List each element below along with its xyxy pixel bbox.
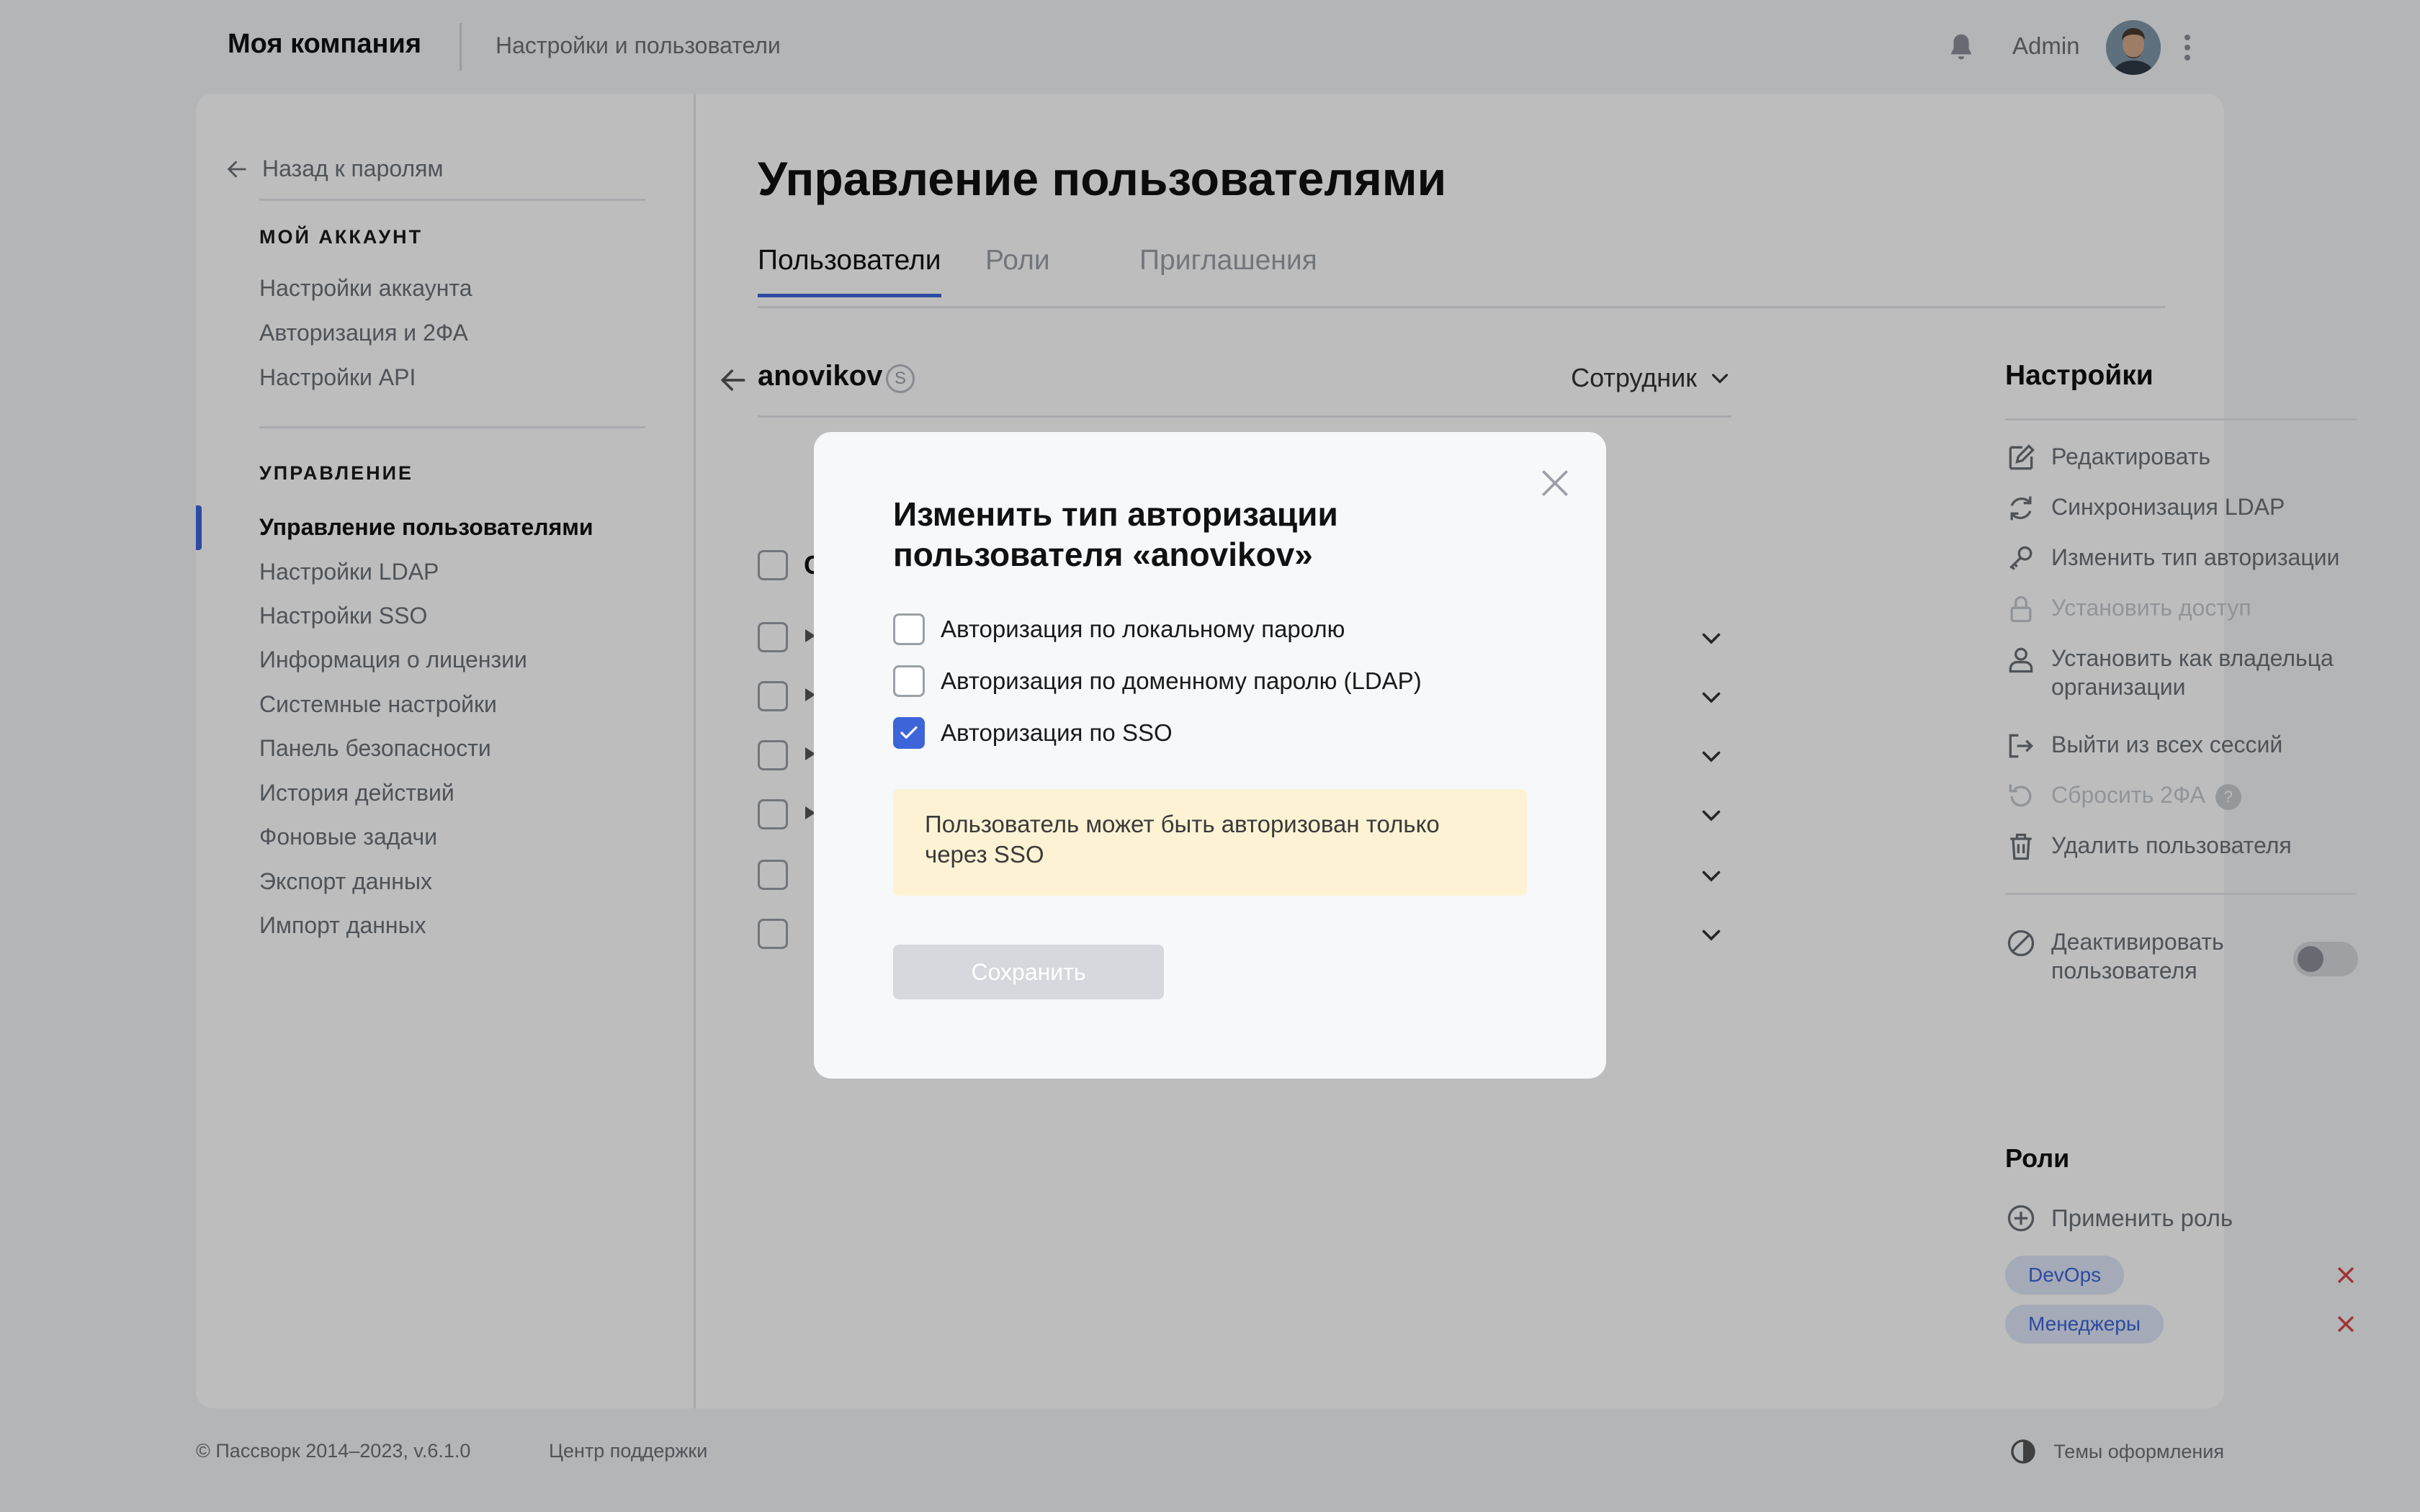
auth-sso-checkbox[interactable] (893, 717, 925, 749)
auth-local-password-option[interactable]: Авторизация по локальному паролю (893, 613, 1345, 645)
checkmark-icon (900, 726, 918, 739)
modal-title: Изменить тип авторизации пользователя «a… (893, 495, 1338, 573)
auth-ldap-label: Авторизация по доменному паролю (LDAP) (941, 667, 1422, 694)
auth-sso-label: Авторизация по SSO (941, 719, 1173, 746)
sso-only-notice: Пользователь может быть авторизован толь… (893, 789, 1527, 896)
auth-local-password-checkbox[interactable] (893, 613, 925, 645)
auth-ldap-option[interactable]: Авторизация по доменному паролю (LDAP) (893, 665, 1422, 697)
close-icon[interactable] (1537, 465, 1573, 501)
auth-local-password-label: Авторизация по локальному паролю (941, 616, 1345, 642)
save-button[interactable]: Сохранить (893, 945, 1164, 999)
auth-sso-option[interactable]: Авторизация по SSO (893, 717, 1173, 749)
change-auth-type-modal: Изменить тип авторизации пользователя «a… (814, 432, 1606, 1079)
auth-ldap-checkbox[interactable] (893, 665, 925, 697)
